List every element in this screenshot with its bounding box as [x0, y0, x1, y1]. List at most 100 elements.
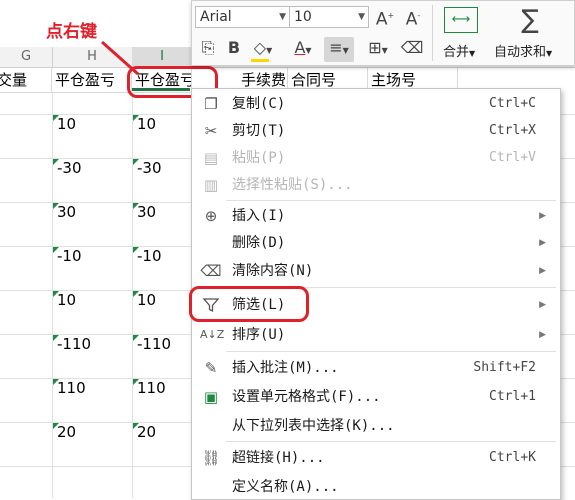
annotation-right-click: 点右键: [46, 22, 97, 42]
menu-divider: [226, 200, 556, 201]
menu-item-label: 插入(I): [232, 208, 286, 224]
sigma-icon: ∑: [521, 5, 539, 35]
autosum-label: 自动求和: [494, 45, 547, 60]
grow-font-icon: A: [375, 9, 388, 30]
cell-i-2[interactable]: -30: [137, 157, 162, 179]
cell-h-6[interactable]: -110: [57, 333, 91, 355]
cell-i-7[interactable]: 110: [137, 377, 166, 399]
chevron-down-icon: ▼: [358, 12, 365, 22]
chevron-right-icon: ▶: [539, 211, 546, 221]
menu-item-paste[interactable]: ▤ 粘贴(P) Ctrl+V: [192, 145, 560, 171]
menu-divider: [226, 351, 556, 352]
cell-h-1[interactable]: 10: [57, 113, 76, 135]
scissors-icon: ✂: [204, 122, 218, 140]
copy-icon: ❐: [204, 95, 218, 113]
menu-item-label: 定义名称(A)...: [232, 479, 339, 495]
paste-special-icon: ▥: [203, 176, 219, 194]
annotation-highlight-filter: [189, 286, 309, 322]
menu-item-insert[interactable]: ⊕ 插入(I) ▶: [192, 203, 560, 229]
font-size-combo[interactable]: 10 ▼: [289, 6, 369, 28]
menu-item-label: 插入批注(M)...: [232, 360, 339, 376]
fill-color-button[interactable]: ◇▼: [248, 37, 278, 62]
menu-item-label: 删除(D): [232, 235, 286, 251]
borders-icon: ⊞: [368, 38, 382, 57]
menu-item-cut[interactable]: ✂ 剪切(T) Ctrl+X: [192, 118, 560, 144]
font-name-value: Arial: [200, 9, 232, 25]
grow-font-button[interactable]: A+: [374, 5, 396, 31]
menu-item-shortcut: Ctrl+X: [489, 123, 536, 138]
chevron-right-icon: ▶: [539, 238, 546, 248]
eraser-icon[interactable]: ⌫: [400, 37, 424, 59]
cell-i-4[interactable]: -10: [137, 245, 162, 267]
menu-item-label: 选择性粘贴(S)...: [232, 177, 353, 193]
menu-item-label: 排序(U): [232, 327, 286, 343]
merge-button[interactable]: 合并▼: [443, 41, 475, 60]
shrink-font-button[interactable]: A-: [402, 5, 424, 31]
chevron-down-icon: ▼: [381, 46, 388, 55]
menu-item-label: 复制(C): [232, 96, 286, 112]
cell-h-3[interactable]: 30: [57, 201, 76, 223]
comment-icon: ✎: [204, 359, 218, 377]
cell-i-5[interactable]: 10: [137, 289, 156, 311]
link-icon: ⛓: [201, 449, 221, 467]
menu-item-sort[interactable]: A↓Z 排序(U) ▶: [192, 322, 560, 348]
sort-az-icon: A↓Z: [200, 328, 225, 341]
align-center-icon: ≡: [329, 38, 343, 57]
merge-label: 合并: [443, 45, 470, 60]
chevron-down-icon: ▼: [305, 46, 312, 55]
font-name-combo[interactable]: Arial ▼: [195, 6, 290, 28]
menu-item-shortcut: Ctrl+C: [489, 96, 536, 111]
cell-i-1[interactable]: 10: [137, 113, 156, 135]
menu-item-label: 剪切(T): [232, 123, 286, 139]
merge-cells-icon: ⟷: [444, 7, 478, 33]
chevron-down-icon: ▼: [279, 12, 286, 22]
chevron-right-icon: ▶: [539, 330, 546, 340]
menu-item-format-cells[interactable]: ▣ 设置单元格格式(F)... Ctrl+1: [192, 384, 560, 410]
menu-item-copy[interactable]: ❐ 复制(C) Ctrl+C: [192, 91, 560, 117]
toolbar-divider: [432, 5, 433, 61]
menu-item-shortcut: Ctrl+K: [489, 450, 536, 465]
menu-divider: [226, 441, 556, 442]
cell-h-2[interactable]: -30: [57, 157, 82, 179]
bold-button[interactable]: B: [224, 37, 244, 59]
fill-bucket-icon: ◇: [253, 38, 267, 57]
clipboard-icon: ▤: [203, 149, 219, 167]
menu-item-label: 粘贴(P): [232, 150, 286, 166]
cell-i-6[interactable]: -110: [137, 333, 171, 355]
menu-item-label: 设置单元格格式(F)...: [232, 389, 381, 405]
column-header-g[interactable]: G: [0, 47, 53, 67]
align-button[interactable]: ≡▼: [324, 37, 354, 62]
menu-item-label: 从下拉列表中选择(K)...: [232, 418, 395, 434]
font-color-icon: A: [294, 38, 306, 57]
fill-color-swatch: [251, 59, 269, 62]
menu-item-pick-from-list[interactable]: 从下拉列表中选择(K)...: [192, 413, 560, 439]
chevron-down-icon: ▼: [266, 46, 273, 55]
cell-h-4[interactable]: -10: [57, 245, 82, 267]
menu-item-clear-contents[interactable]: ⌫ 清除内容(N) ▶: [192, 258, 560, 284]
menu-item-label: 清除内容(N): [232, 263, 314, 279]
chevron-right-icon: ▶: [539, 300, 546, 310]
borders-button[interactable]: ⊞▼: [362, 37, 394, 62]
menu-item-label: 超链接(H)...: [232, 450, 325, 466]
menu-item-define-name[interactable]: 定义名称(A)...: [192, 474, 560, 500]
menu-item-hyperlink[interactable]: ⛓ 超链接(H)... Ctrl+K: [192, 445, 560, 471]
header-cell-volume[interactable]: 交量: [0, 68, 52, 93]
insert-cells-icon: ⊕: [204, 207, 218, 225]
menu-item-delete[interactable]: 删除(D) ▶: [192, 230, 560, 256]
menu-item-insert-comment[interactable]: ✎ 插入批注(M)... Shift+F2: [192, 355, 560, 381]
chevron-down-icon: ▼: [342, 46, 349, 55]
menu-item-shortcut: Ctrl+V: [489, 150, 536, 165]
cell-h-8[interactable]: 20: [57, 421, 76, 443]
menu-item-paste-special[interactable]: ▥ 选择性粘贴(S)...: [192, 172, 560, 198]
cell-h-7[interactable]: 110: [57, 377, 86, 399]
font-color-button[interactable]: A▼: [288, 37, 318, 62]
autosum-button[interactable]: 自动求和▼: [494, 41, 552, 60]
menu-item-shortcut: Shift+F2: [473, 360, 536, 375]
format-painter-icon[interactable]: ⎘: [196, 37, 220, 59]
mini-toolbar: Arial ▼ 10 ▼ A+ A- ⎘ B ◇▼ A▼ ≡▼ ⊞▼ ⌫ ⟷ 合…: [191, 0, 575, 66]
cell-i-8[interactable]: 20: [137, 421, 156, 443]
cell-i-3[interactable]: 30: [137, 201, 156, 223]
menu-item-shortcut: Ctrl+1: [489, 389, 536, 404]
shrink-font-icon: A: [405, 9, 418, 30]
cell-h-5[interactable]: 10: [57, 289, 76, 311]
